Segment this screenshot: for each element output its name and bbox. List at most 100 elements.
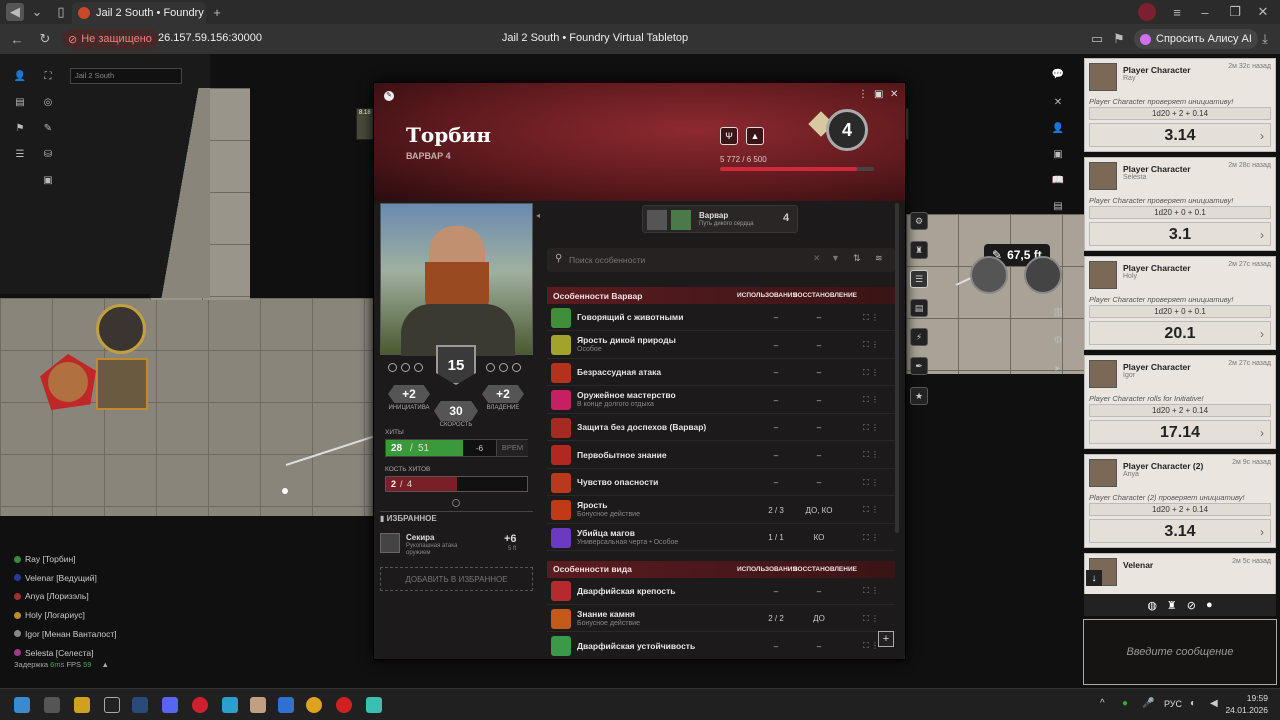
browser-tab-active[interactable]: Jail 2 South • Foundry ✕ — [72, 2, 206, 24]
globe-icon[interactable]: ◍ — [1147, 599, 1157, 612]
pip-icon[interactable] — [486, 363, 495, 372]
rest-short-icon[interactable]: Ψ — [720, 127, 738, 145]
character-name[interactable]: Торбин — [406, 123, 491, 147]
row-menu-icon[interactable]: ⛶ ⋮ — [839, 450, 879, 460]
feature-uses[interactable]: 1 / 1 — [753, 533, 799, 542]
feature-row[interactable]: Первобытное знание – – ⛶ ⋮ — [547, 443, 895, 469]
feature-uses[interactable]: – — [753, 478, 799, 487]
token-torbin[interactable] — [96, 358, 148, 410]
microphone-icon[interactable]: 🎤 — [1142, 698, 1154, 709]
list-icon[interactable]: ☰ — [12, 146, 28, 162]
character-portrait[interactable] — [380, 203, 533, 356]
tab-settings-icon[interactable]: ⚙ — [910, 212, 928, 230]
layers-icon[interactable]: ≋ — [875, 253, 883, 264]
task-view-icon[interactable] — [44, 697, 60, 713]
volume-icon[interactable]: ◀ — [1210, 698, 1218, 709]
page-icon[interactable]: ▯ — [52, 3, 70, 21]
self-roll-icon[interactable]: ● — [1206, 599, 1213, 611]
hd-bar[interactable]: 2 / 4 — [385, 476, 528, 492]
feature-uses[interactable]: – — [753, 642, 799, 651]
token-elf[interactable] — [48, 362, 88, 402]
row-menu-icon[interactable]: ⛶ ⋮ — [839, 505, 879, 515]
search-input[interactable] — [569, 252, 799, 268]
feature-uses[interactable]: – — [753, 313, 799, 322]
insecure-badge[interactable]: ⊘ Не защищено — [62, 29, 158, 49]
settings-icon[interactable]: ⚙ — [1050, 332, 1066, 348]
feature-uses[interactable]: – — [753, 341, 799, 350]
chat-message[interactable]: Player Character Ray 2м 32с назад Player Ch… — [1084, 58, 1276, 152]
app-icon-3[interactable] — [278, 697, 294, 713]
sort-icon[interactable]: ⇅ — [853, 253, 861, 264]
journal-icon[interactable]: 📖 — [1050, 172, 1066, 188]
download-icon[interactable]: ⤓ — [1256, 30, 1274, 48]
tray-app-icon[interactable]: ● — [1122, 698, 1128, 709]
restore-icon[interactable]: ❐ — [1226, 3, 1244, 21]
row-menu-icon[interactable]: ⛶ ⋮ — [839, 423, 879, 433]
clear-search-icon[interactable]: ✕ — [813, 253, 821, 264]
reload-icon[interactable]: ↻ — [36, 30, 54, 48]
dice-total[interactable]: 17.14 › — [1089, 420, 1271, 444]
token-enemy-2[interactable] — [1024, 256, 1062, 294]
rest-long-icon[interactable]: ▲ — [746, 127, 764, 145]
pencil-icon[interactable]: ✎ — [40, 120, 56, 136]
player-entry[interactable]: Selesta [Селеста] — [14, 648, 93, 658]
sheet-close-icon[interactable]: ✕ — [890, 89, 898, 100]
feature-uses[interactable]: – — [753, 587, 799, 596]
chevron-down-icon[interactable]: ⌄ — [28, 3, 46, 21]
map-icon[interactable]: ▣ — [40, 172, 56, 188]
token-pirate[interactable] — [96, 304, 146, 354]
token-controls-icon[interactable]: 👤 — [12, 68, 28, 84]
chat-input[interactable]: Введите сообщение — [1083, 619, 1277, 685]
feature-uses[interactable]: – — [753, 396, 799, 405]
feature-row[interactable]: Ярость дикой природы Особое – – ⛶ ⋮ — [547, 333, 895, 359]
pip-icon[interactable] — [512, 363, 521, 372]
back-icon[interactable]: ← — [8, 30, 26, 48]
chrome-icon[interactable] — [306, 697, 322, 713]
gm-roll-icon[interactable]: ♜ — [1167, 599, 1177, 612]
feature-row[interactable]: Дварфийская устойчивость – – ⛶ ⋮ — [547, 634, 895, 659]
edit-mode-icon[interactable]: ✎ — [384, 91, 394, 101]
more-menu-icon[interactable]: ⋮ — [858, 89, 868, 100]
feature-uses[interactable]: 2 / 2 — [753, 614, 799, 623]
initiative-mod[interactable]: +2 — [388, 385, 430, 403]
class-chip[interactable]: Варвар Путь дикого сердца 4 — [642, 205, 798, 233]
row-menu-icon[interactable]: ⛶ ⋮ — [839, 340, 879, 350]
feature-row[interactable]: Чувство опасности – – ⛶ ⋮ — [547, 470, 895, 496]
favorite-item[interactable]: Секира Рукопашная атака оружием +6 5 ft — [380, 529, 528, 557]
measure-icon[interactable]: ▤ — [12, 94, 28, 110]
dice-formula[interactable]: 1d20 + 2 + 0.14 — [1089, 404, 1271, 417]
items-icon[interactable]: ▣ — [1050, 146, 1066, 162]
profile-avatar-icon[interactable] — [1138, 3, 1156, 21]
collapse-arrow-icon[interactable]: ▸ — [1050, 360, 1066, 376]
new-tab-icon[interactable]: + — [208, 3, 226, 21]
pip-icon[interactable] — [414, 363, 423, 372]
chat-message[interactable]: Player Character Holy 2м 27с назад Player C… — [1084, 256, 1276, 350]
feature-row[interactable]: Говорящий с животными – – ⛶ ⋮ — [547, 305, 895, 331]
tab-spells-icon[interactable]: ▤ — [910, 299, 928, 317]
feature-row[interactable]: Оружейное мастерство В конце долгого отды… — [547, 388, 895, 414]
feature-uses[interactable]: – — [753, 423, 799, 432]
dice-total[interactable]: 3.14 › — [1089, 123, 1271, 147]
file-explorer-icon[interactable] — [74, 697, 90, 713]
row-menu-icon[interactable]: ⛶ ⋮ — [839, 313, 879, 323]
discord-icon[interactable] — [162, 697, 178, 713]
hp-bar[interactable]: 28 / 51 -6 ВРЕМ — [385, 439, 528, 457]
feature-row[interactable]: Ярость Бонусное действие 2 / 3 ДО, КО ⛶ ⋮ — [547, 498, 895, 524]
dice-total[interactable]: 3.14 › — [1089, 519, 1271, 543]
token-enemy-1[interactable] — [970, 256, 1008, 294]
pip-icon[interactable] — [499, 363, 508, 372]
headphones-icon[interactable]: ◐ — [1190, 698, 1196, 709]
tables-icon[interactable]: ▤ — [1050, 198, 1066, 214]
opera-icon[interactable] — [192, 697, 208, 713]
dice-total[interactable]: 3.1 › — [1089, 222, 1271, 246]
sheet-scrollbar[interactable] — [895, 203, 899, 533]
dice-total[interactable]: 20.1 › — [1089, 321, 1271, 345]
dice-formula[interactable]: 1d20 + 2 + 0.14 — [1089, 107, 1271, 120]
tab-features-icon[interactable]: ☰ — [910, 270, 928, 288]
pip-icon[interactable] — [388, 363, 397, 372]
row-menu-icon[interactable]: ⛶ ⋮ — [839, 586, 879, 596]
feature-row[interactable]: Дварфийская крепость – – ⛶ ⋮ — [547, 579, 895, 605]
chat-message[interactable]: Player Character (2) Anya 2м 9с назад Playe… — [1084, 454, 1276, 548]
actors-icon[interactable]: 👤 — [1050, 120, 1066, 136]
speaker-icon[interactable]: ◀ — [6, 3, 24, 21]
